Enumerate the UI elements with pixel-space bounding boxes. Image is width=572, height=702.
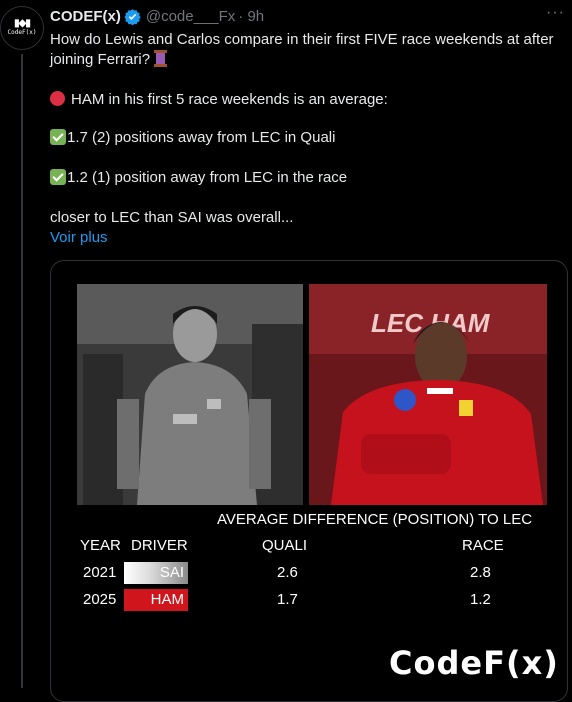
row-year: 2021 bbox=[83, 564, 117, 581]
codefx-logo: CodeF(x) bbox=[389, 644, 559, 682]
row-quali: 2.6 bbox=[277, 564, 298, 581]
row-driver-sai: SAI bbox=[124, 562, 188, 584]
tweet-text-race: 1.2 (1) position away from LEC in the ra… bbox=[50, 168, 565, 188]
verified-badge-icon bbox=[124, 8, 141, 25]
tweet-line-1: How do Lewis and Carlos compare in their… bbox=[50, 31, 554, 68]
post-time[interactable]: · 9h bbox=[238, 8, 264, 25]
tweet-line-3: 1.7 (2) positions away from LEC in Quali bbox=[67, 129, 336, 146]
red-circle-icon bbox=[50, 91, 65, 106]
row-race: 1.2 bbox=[470, 591, 491, 608]
header-driver: DRIVER bbox=[131, 537, 188, 554]
thread-spool-icon bbox=[154, 50, 168, 67]
tweet-text-intro: How do Lewis and Carlos compare in their… bbox=[50, 30, 565, 70]
stats-title: AVERAGE DIFFERENCE (POSITION) TO LEC bbox=[217, 511, 533, 528]
row-quali: 1.7 bbox=[277, 591, 298, 608]
row-driver-ham: HAM bbox=[124, 589, 188, 611]
tweet-text-quali: 1.7 (2) positions away from LEC in Quali bbox=[50, 128, 565, 148]
see-more-link[interactable]: Voir plus bbox=[50, 228, 108, 248]
tweet-line-2: HAM in his first 5 race weekends is an a… bbox=[71, 91, 388, 108]
avatar-text: CodeF(x) bbox=[7, 29, 37, 36]
media-card[interactable]: LEC HAM AVERAGE DIFFERENCE (POSITION) TO… bbox=[50, 260, 568, 702]
stats-table: AVERAGE DIFFERENCE (POSITION) TO LEC YEA… bbox=[51, 261, 567, 701]
check-mark-icon bbox=[50, 129, 66, 145]
header-year: YEAR bbox=[80, 537, 121, 554]
tweet-line-4: 1.2 (1) position away from LEC in the ra… bbox=[67, 169, 348, 186]
tweet-text-closer: closer to LEC than SAI was overall... bbox=[50, 209, 294, 226]
tweet-header: CODEF(x) @code___Fx · 9h bbox=[50, 6, 264, 26]
avatar[interactable]: ▮◆▮ CodeF(x) bbox=[0, 6, 44, 50]
row-year: 2025 bbox=[83, 591, 117, 608]
row-race: 2.8 bbox=[470, 564, 491, 581]
author-name[interactable]: CODEF(x) bbox=[50, 8, 121, 25]
more-icon[interactable]: ··· bbox=[546, 4, 565, 22]
avatar-logo-icon: ▮◆▮ bbox=[14, 18, 31, 29]
tweet-text-ham: HAM in his first 5 race weekends is an a… bbox=[50, 90, 565, 110]
thread-line bbox=[21, 54, 23, 688]
check-mark-icon bbox=[50, 169, 66, 185]
header-quali: QUALI bbox=[262, 537, 308, 554]
header-race: RACE bbox=[462, 537, 504, 554]
author-handle[interactable]: @code___Fx bbox=[146, 8, 235, 25]
